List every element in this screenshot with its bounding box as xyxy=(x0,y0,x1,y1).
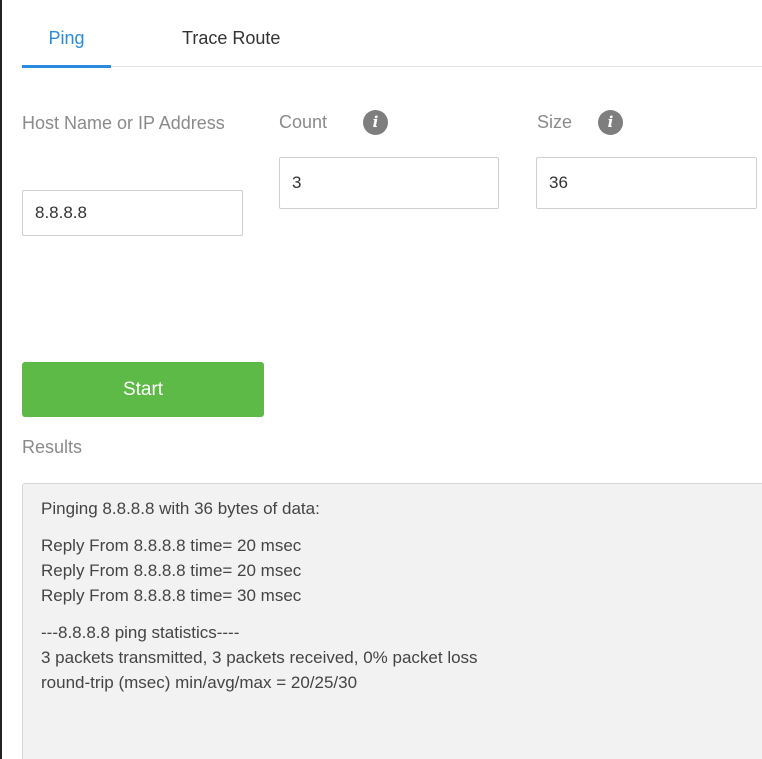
tab-ping[interactable]: Ping xyxy=(22,0,111,68)
host-input[interactable] xyxy=(22,190,243,236)
count-label: Count xyxy=(279,112,328,132)
reply-line: Reply From 8.8.8.8 time= 20 msec xyxy=(41,536,302,555)
size-input[interactable] xyxy=(536,157,757,209)
results-output: Pinging 8.8.8.8 with 36 bytes of data: R… xyxy=(22,483,762,759)
ping-panel: Ping Trace Route Host Name or IP Address… xyxy=(0,0,762,759)
start-button[interactable]: Start xyxy=(22,362,264,417)
tab-bar: Ping Trace Route xyxy=(22,0,762,68)
size-info-icon[interactable]: i xyxy=(598,110,623,135)
tab-trace-route[interactable]: Trace Route xyxy=(182,0,280,67)
results-header: Pinging 8.8.8.8 with 36 bytes of data: xyxy=(41,499,320,518)
stats-rtt: round-trip (msec) min/avg/max = 20/25/30 xyxy=(41,673,358,692)
stats-packets: 3 packets transmitted, 3 packets receive… xyxy=(41,648,478,667)
results-label: Results xyxy=(22,437,83,457)
count-input[interactable] xyxy=(279,157,499,209)
count-info-icon[interactable]: i xyxy=(363,110,388,135)
host-label: Host Name or IP Address xyxy=(22,113,225,133)
reply-line: Reply From 8.8.8.8 time= 30 msec xyxy=(41,586,302,605)
statistics: ---8.8.8.8 ping statistics---- 3 packets… xyxy=(41,620,762,695)
size-label: Size xyxy=(537,112,573,132)
stats-title: ---8.8.8.8 ping statistics---- xyxy=(41,623,240,642)
reply-list: Reply From 8.8.8.8 time= 20 msec Reply F… xyxy=(41,533,762,608)
reply-line: Reply From 8.8.8.8 time= 20 msec xyxy=(41,561,302,580)
